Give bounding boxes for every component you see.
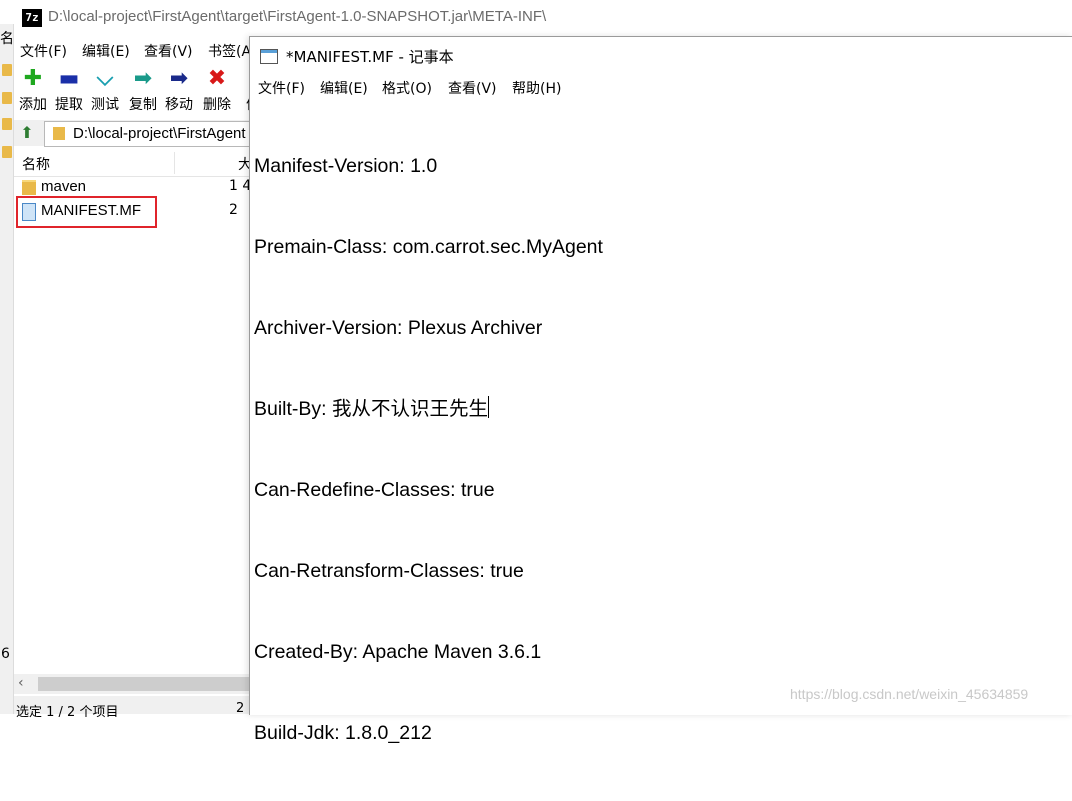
horizontal-scrollbar[interactable]: ‹ xyxy=(14,674,254,694)
menu-edit[interactable]: 编辑(E) xyxy=(320,78,368,98)
menu-file[interactable]: 文件(F) xyxy=(20,41,67,61)
address-input[interactable]: D:\local-project\FirstAgent xyxy=(44,121,255,147)
text-line: Can-Redefine-Classes: true xyxy=(254,479,495,501)
notepad-window-title: *MANIFEST.MF - 记事本 xyxy=(286,48,454,66)
menu-view[interactable]: 查看(V) xyxy=(144,41,193,61)
status-bar: 选定 1 / 2 个项目 2 xyxy=(14,696,254,720)
menu-edit[interactable]: 编辑(E) xyxy=(82,41,130,61)
text-line-with-caret: Built-By: 我从不认识王先生 xyxy=(254,396,1064,423)
folder-icon xyxy=(53,127,65,140)
column-header-name[interactable]: 名称 xyxy=(22,154,50,174)
scrollbar-thumb[interactable] xyxy=(38,677,254,691)
text-line: Build-Jdk: 1.8.0_212 xyxy=(254,722,432,744)
folder-icon xyxy=(2,64,12,76)
delete-x-icon: ✖ xyxy=(207,66,227,91)
address-text: D:\local-project\FirstAgent xyxy=(73,125,246,142)
column-divider[interactable] xyxy=(174,152,175,174)
zip-toolbar: ✚ 添加 ▬ 提取 ⌵ 测试 ➡ 复制 ➡ 移动 ✖ 删除 ⅰ 信 xyxy=(14,64,260,116)
menu-bookmarks[interactable]: 书签(A xyxy=(208,41,251,61)
text-line: Archiver-Version: Plexus Archiver xyxy=(254,317,543,339)
move-arrow-icon: ➡ xyxy=(169,66,189,91)
notepad-title-bar[interactable]: *MANIFEST.MF - 记事本 xyxy=(250,37,1072,73)
test-button[interactable]: ⌵ 测试 xyxy=(86,64,124,116)
move-button[interactable]: ➡ 移动 xyxy=(160,64,198,116)
notepad-icon xyxy=(260,49,278,64)
copy-arrow-icon: ➡ xyxy=(133,66,153,91)
status-text: 选定 1 / 2 个项目 xyxy=(16,705,119,720)
minus-icon: ▬ xyxy=(58,66,80,91)
notepad-window: *MANIFEST.MF - 记事本 文件(F) 编辑(E) 格式(O) 查看(… xyxy=(249,36,1072,744)
text-line: Can-Retransform-Classes: true xyxy=(254,560,524,582)
folder-icon xyxy=(2,118,12,130)
folder-icon xyxy=(2,146,12,158)
list-item-size: 1 4 xyxy=(229,178,252,194)
text-line: Built-By: 我从不认识王先生 xyxy=(254,398,489,420)
text-line: Premain-Class: com.carrot.sec.MyAgent xyxy=(254,236,603,258)
zip-title-bar[interactable]: 7z D:\local-project\FirstAgent\target\Fi… xyxy=(0,0,1072,36)
scroll-left-icon[interactable]: ‹ xyxy=(18,675,24,691)
list-item-size: 2 xyxy=(229,202,238,218)
notepad-menu-bar: 文件(F) 编辑(E) 格式(O) 查看(V) 帮助(H) xyxy=(250,75,1072,99)
address-bar: ⬆ D:\local-project\FirstAgent xyxy=(14,120,255,147)
folder-icon xyxy=(22,180,36,195)
plus-icon: ✚ xyxy=(23,66,43,91)
7zip-logo-icon: 7z xyxy=(22,9,42,27)
column-header: 名称 大 xyxy=(14,150,254,177)
left-window-strip xyxy=(0,24,14,714)
list-item-name: maven xyxy=(41,178,87,195)
zip-window-title: D:\local-project\FirstAgent\target\First… xyxy=(48,8,547,25)
text-line: Created-By: Apache Maven 3.6.1 xyxy=(254,641,542,663)
zip-menu-bar: 文件(F) 编辑(E) 查看(V) 书签(A xyxy=(14,38,254,62)
left-edge-text: 名 xyxy=(0,31,14,47)
text-caret xyxy=(488,396,490,418)
menu-file[interactable]: 文件(F) xyxy=(258,78,305,98)
check-icon: ⌵ xyxy=(96,66,114,91)
menu-format[interactable]: 格式(O) xyxy=(382,78,432,98)
up-folder-icon[interactable]: ⬆ xyxy=(18,123,36,143)
selection-highlight-box xyxy=(16,196,157,228)
menu-view[interactable]: 查看(V) xyxy=(448,78,497,98)
text-line: Manifest-Version: 1.0 xyxy=(254,155,438,177)
left-edge-digit: 6 xyxy=(1,646,10,662)
watermark-text: https://blog.csdn.net/weixin_45634859 xyxy=(790,686,1029,702)
menu-help[interactable]: 帮助(H) xyxy=(512,78,561,98)
